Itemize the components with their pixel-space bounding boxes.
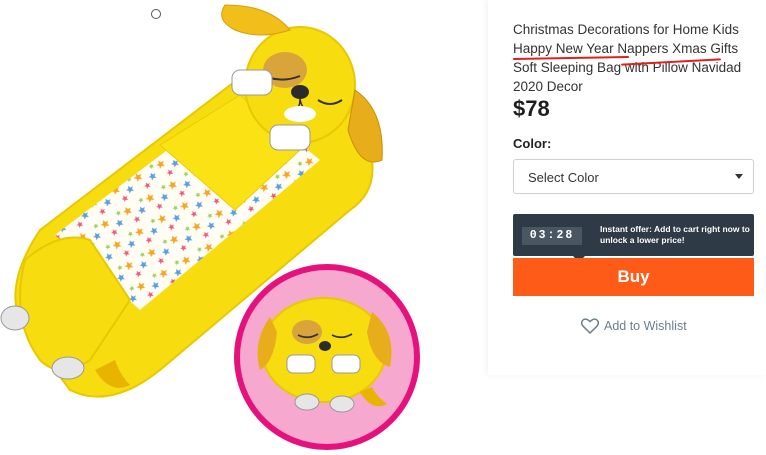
product-title-line: Happy New Year Nappers Xmas Gifts	[513, 41, 739, 56]
instant-offer-banner: 03:28 Instant offer: Add to cart right n…	[513, 214, 754, 262]
product-price: $78	[513, 96, 550, 121]
buy-button[interactable]: Buy	[513, 258, 754, 296]
product-image-pillow-form[interactable]	[232, 262, 422, 452]
chevron-down-icon	[735, 174, 743, 179]
product-image-area	[0, 0, 475, 455]
wishlist-label: Add to Wishlist	[604, 319, 687, 333]
product-title-line: Christmas Decorations for Home Kids	[513, 22, 739, 37]
color-select[interactable]: Select Color	[513, 159, 754, 194]
offer-text: Instant offer: Add to cart right now to …	[600, 224, 750, 245]
product-info-panel: Christmas Decorations for Home Kids Happ…	[488, 0, 766, 375]
offer-countdown-timer: 03:28	[522, 227, 582, 245]
product-title-line: Soft Sleeping Bag with Pillow Navidad	[513, 60, 742, 75]
heart-outline-icon	[581, 318, 599, 334]
color-select-value: Select Color	[528, 170, 599, 185]
color-label: Color:	[513, 136, 552, 151]
add-to-wishlist-link[interactable]: Add to Wishlist	[581, 318, 687, 334]
product-title-line: 2020 Decor	[513, 79, 583, 94]
